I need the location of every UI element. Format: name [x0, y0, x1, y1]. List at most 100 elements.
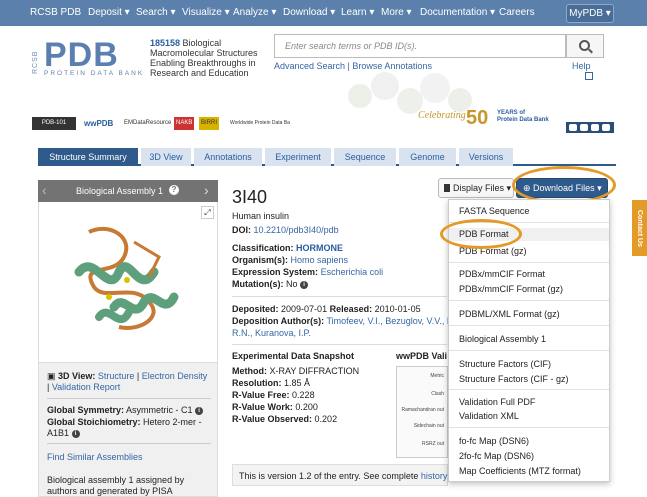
tab-versions[interactable]: Versions: [459, 148, 513, 166]
youtube-icon[interactable]: [591, 124, 599, 131]
twitter-icon[interactable]: [580, 124, 588, 131]
display-files-button[interactable]: Display Files ▾: [438, 178, 514, 198]
menu-structure-factors-cif-gz[interactable]: Structure Factors (CIF - gz): [459, 374, 569, 384]
expression-label: Expression System:: [232, 267, 319, 277]
menu-fo-fc-map[interactable]: fo-fc Map (DSN6): [459, 436, 529, 446]
external-link-icon[interactable]: [585, 72, 593, 80]
metric-label: Sidechain out: [413, 423, 444, 429]
divider: [47, 443, 211, 444]
menu-mmcif-format[interactable]: PDBx/mmCIF Format: [459, 269, 545, 279]
nav-learn[interactable]: Learn ▾: [341, 7, 374, 18]
tab-genome[interactable]: Genome: [399, 148, 456, 166]
search-input[interactable]: Enter search terms or PDB ID(s).: [274, 34, 566, 58]
wwpdb-foundation-logo[interactable]: Worldwide Protein Data Bank Foundation: [230, 117, 290, 130]
highlight-ring-pdb-format: [440, 219, 522, 249]
advanced-search-link[interactable]: Advanced Search: [274, 61, 345, 71]
mutation-row: Mutation(s): No i: [232, 279, 309, 290]
nav-search[interactable]: Search ▾: [136, 7, 175, 18]
fifty-years-number: 50: [466, 107, 489, 129]
resolution-value: 1.85 Å: [284, 378, 311, 388]
classification-link[interactable]: HORMONE: [296, 243, 343, 253]
wwpdb-logo[interactable]: wwPDB: [84, 117, 113, 130]
doi-link[interactable]: 10.2210/pdb3I40/pdb: [254, 225, 339, 235]
organism-link[interactable]: Homo sapiens: [291, 255, 349, 265]
menu-map-coefficients-mtz[interactable]: Map Coefficients (MTZ format): [459, 466, 581, 476]
nav-visualize[interactable]: Visualize ▾: [182, 7, 230, 18]
nakb-logo[interactable]: NAKB: [174, 117, 195, 130]
menu-validation-full-pdf[interactable]: Validation Full PDF: [459, 397, 535, 407]
github-icon[interactable]: [602, 124, 610, 131]
mutation-value: No: [286, 279, 298, 289]
menu-structure-factors-cif[interactable]: Structure Factors (CIF): [459, 359, 551, 369]
birri-logo[interactable]: BIRRI: [199, 117, 220, 130]
electron-density-link[interactable]: Electron Density: [142, 371, 208, 381]
validation-report-link[interactable]: Validation Report: [52, 382, 120, 392]
nav-analyze[interactable]: Analyze ▾: [233, 7, 276, 18]
expand-icon[interactable]: ⤢: [201, 206, 214, 219]
mutation-label: Mutation(s):: [232, 279, 284, 289]
info-icon[interactable]: i: [195, 406, 204, 415]
classification-row: Classification: HORMONE: [232, 243, 343, 254]
menu-biological-assembly-1[interactable]: Biological Assembly 1: [459, 334, 546, 344]
menu-fasta-sequence[interactable]: FASTA Sequence: [459, 206, 529, 216]
pdb101-logo[interactable]: PDB-101: [32, 117, 76, 130]
facebook-icon[interactable]: [569, 124, 577, 131]
info-icon[interactable]: i: [71, 429, 80, 438]
menu-validation-xml[interactable]: Validation XML: [459, 411, 519, 421]
divider: [47, 398, 211, 399]
method-value: X-RAY DIFFRACTION: [269, 366, 360, 376]
tab-structure-summary[interactable]: Structure Summary: [38, 148, 138, 166]
nav-careers[interactable]: Careers: [499, 7, 535, 18]
menu-divider: [449, 389, 609, 390]
nav-deposit[interactable]: Deposit ▾: [88, 7, 130, 18]
menu-2fo-fc-map[interactable]: 2fo-fc Map (DSN6): [459, 451, 534, 461]
emdataresource-logo[interactable]: EMDataResource: [124, 117, 171, 130]
structure-link[interactable]: Structure: [98, 371, 135, 381]
organism-label: Organism(s):: [232, 255, 289, 265]
validation-slider-image[interactable]: Metric Clash Ramachandran out Sidechain …: [396, 366, 448, 458]
nav-documentation[interactable]: Documentation ▾: [420, 7, 495, 18]
deposited-value: 2009-07-01: [281, 304, 328, 314]
expression-link[interactable]: Escherichia coli: [321, 267, 384, 277]
rwork-label: R-Value Work:: [232, 402, 293, 412]
robs-label: R-Value Observed:: [232, 414, 313, 424]
top-nav: RCSB PDB Deposit ▾ Search ▾ Visualize ▾ …: [0, 0, 647, 26]
search-icon-handle: [588, 48, 593, 54]
nav-home[interactable]: RCSB PDB: [30, 7, 81, 18]
display-files-label: Display Files ▾: [453, 183, 512, 193]
method-row: Method: X-RAY DIFFRACTION: [232, 366, 359, 377]
divider: [232, 344, 447, 345]
rwork-row: R-Value Work: 0.200: [232, 402, 318, 413]
help-circle-icon[interactable]: ?: [169, 185, 179, 195]
info-icon[interactable]: i: [300, 280, 309, 289]
tab-experiment[interactable]: Experiment: [265, 148, 331, 166]
rcsb-pdb-logo[interactable]: RCSB PDB PROTEIN DATA BANK: [32, 36, 146, 82]
help-link[interactable]: Help: [572, 61, 591, 71]
view-links: ▣ 3D View: Structure | Electron Density: [47, 371, 208, 381]
released-value: 2010-01-05: [374, 304, 421, 314]
tab-annotations[interactable]: Annotations: [194, 148, 262, 166]
entry-name: Human insulin: [232, 211, 290, 221]
history-link[interactable]: history: [421, 471, 447, 481]
structure-image[interactable]: ⤢: [38, 202, 218, 362]
authors-link-line2[interactable]: R.N., Kuranova, I.P.: [232, 328, 311, 338]
symmetry-value: Asymmetric - C1: [126, 405, 193, 415]
previous-assembly-icon[interactable]: ‹: [42, 182, 47, 198]
tab-3d-view[interactable]: 3D View: [141, 148, 191, 166]
rfree-label: R-Value Free:: [232, 390, 290, 400]
menu-mmcif-format-gz[interactable]: PDBx/mmCIF Format (gz): [459, 284, 563, 294]
menu-pdbml-xml-gz[interactable]: PDBML/XML Format (gz): [459, 309, 560, 319]
authors-link[interactable]: Timofeev, V.I., Bezuglov, V.V., M: [327, 316, 455, 326]
resolution-row: Resolution: 1.85 Å: [232, 378, 310, 389]
nav-download[interactable]: Download ▾: [283, 7, 335, 18]
search-button[interactable]: [566, 34, 604, 58]
mypdb-button[interactable]: MyPDB ▾: [566, 4, 614, 23]
tab-sequence[interactable]: Sequence: [334, 148, 396, 166]
find-similar-assemblies-link[interactable]: Find Similar Assemblies: [47, 452, 143, 463]
rfree-value: 0.228: [292, 390, 315, 400]
contact-us-tab[interactable]: Contact Us: [632, 200, 647, 256]
rwork-value: 0.200: [295, 402, 318, 412]
nav-more[interactable]: More ▾: [381, 7, 412, 18]
next-assembly-icon[interactable]: ›: [204, 182, 209, 198]
deposited-label: Deposited:: [232, 304, 279, 314]
